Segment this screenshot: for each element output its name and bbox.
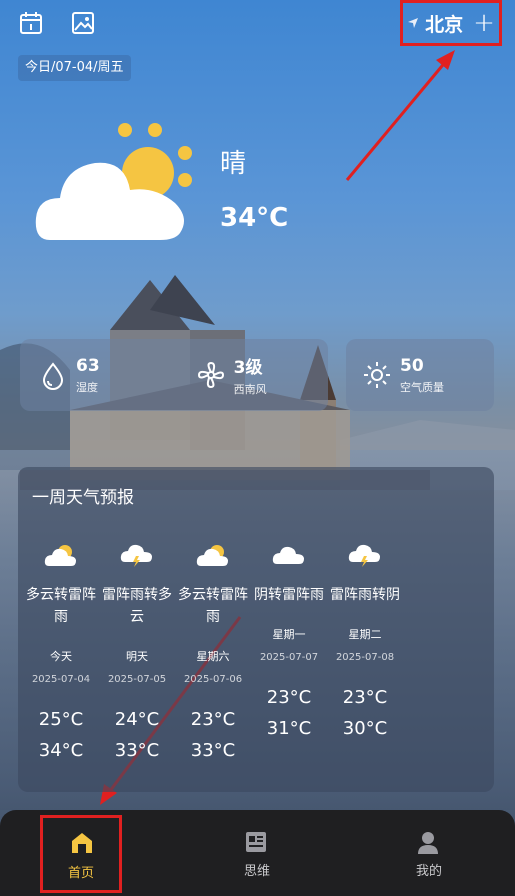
- current-condition: 晴: [220, 149, 247, 179]
- fan-icon: [197, 361, 224, 389]
- nav-profile-label: 我的: [415, 864, 442, 879]
- forecast-low: 23°C: [342, 687, 388, 708]
- forecast-weather: 多云转雷阵雨: [178, 587, 248, 625]
- forecast-date: 2025-07-06: [183, 674, 243, 685]
- wind-label: 西南风: [233, 383, 267, 396]
- home-icon: [72, 833, 92, 853]
- forecast-weather: 雷阵雨转多云: [102, 587, 172, 625]
- humidity-label: 湿度: [76, 380, 98, 394]
- nav-mind[interactable]: 思维: [216, 810, 298, 896]
- forecast-date: 2025-07-05: [107, 674, 167, 685]
- nav-profile[interactable]: 我的: [388, 810, 470, 896]
- wind-stat: 3级 西南风: [196, 353, 267, 397]
- air-quality-label: 空气质量: [400, 380, 444, 394]
- humidity-value: 63: [76, 355, 100, 376]
- city-selector[interactable]: 北京 +: [400, 0, 502, 46]
- forecast-day-name: 星期二: [348, 628, 382, 641]
- air-quality-stat: 50 空气质量: [362, 356, 444, 395]
- forecast-low: 23°C: [190, 709, 236, 730]
- air-quality-value: 50: [400, 355, 424, 376]
- weekly-forecast-panel: 一周天气预报 多云转雷阵雨 今天 2025-07-04 25°C 34°C 雷阵…: [18, 467, 494, 792]
- forecast-day-name: 今天: [50, 650, 72, 663]
- partly-cloudy-icon: [196, 545, 228, 566]
- forecast-day[interactable]: 多云转雷阵雨 今天 2025-07-04 25°C 34°C: [20, 542, 102, 761]
- forecast-weather: 阴转雷阵雨: [254, 587, 324, 603]
- nav-home[interactable]: 首页: [40, 815, 122, 893]
- forecast-low: 24°C: [114, 709, 160, 730]
- nav-home-label: 首页: [67, 866, 94, 881]
- cloud-icon: [272, 546, 304, 564]
- forecast-title: 一周天气预报: [32, 488, 134, 508]
- forecast-low: 23°C: [266, 687, 312, 708]
- humidity-drop-icon: [42, 362, 64, 390]
- stats-card-air-quality: 50 空气质量: [346, 339, 494, 411]
- stats-card-wind-humidity: 63 湿度 3级 西南风: [20, 339, 328, 411]
- forecast-day[interactable]: 雷阵雨转阴 星期二 2025-07-08 23°C 30°C: [324, 542, 406, 739]
- nav-mind-label: 思维: [243, 864, 270, 879]
- forecast-day[interactable]: 雷阵雨转多云 明天 2025-07-05 24°C 33°C: [96, 542, 178, 761]
- current-temperature: 34°C: [220, 203, 289, 233]
- calendar-icon[interactable]: [18, 10, 44, 36]
- add-city-button[interactable]: +: [473, 10, 495, 36]
- forecast-high: 34°C: [38, 740, 84, 761]
- forecast-low: 25°C: [38, 709, 84, 730]
- location-arrow-icon: [408, 18, 419, 28]
- partly-cloudy-icon: [44, 545, 76, 566]
- thunder-cloud-icon: [120, 544, 152, 567]
- forecast-date: 2025-07-04: [31, 674, 91, 685]
- humidity-stat: 63 湿度: [38, 356, 100, 395]
- forecast-weather: 雷阵雨转阴: [330, 587, 400, 603]
- image-icon[interactable]: [70, 10, 96, 36]
- forecast-weather: 多云转雷阵雨: [26, 587, 96, 625]
- city-name: 北京: [425, 13, 464, 36]
- sun-outline-icon: [364, 362, 390, 388]
- forecast-high: 30°C: [342, 718, 388, 739]
- bottom-navigation: 首页 思维 我的: [0, 810, 515, 896]
- forecast-day[interactable]: 阴转雷阵雨 星期一 2025-07-07 23°C 31°C: [248, 542, 330, 739]
- forecast-date: 2025-07-07: [259, 652, 319, 663]
- thunder-cloud-icon: [348, 544, 380, 567]
- forecast-date: 2025-07-08: [335, 652, 395, 663]
- user-icon: [418, 832, 438, 854]
- forecast-high: 33°C: [190, 740, 236, 761]
- date-label: 今日/07-04/周五: [18, 55, 131, 81]
- partly-cloudy-icon: [35, 123, 192, 240]
- forecast-day[interactable]: 多云转雷阵雨 星期六 2025-07-06 23°C 33°C: [172, 542, 254, 761]
- forecast-high: 31°C: [266, 718, 312, 739]
- forecast-day-name: 星期六: [196, 650, 230, 663]
- forecast-day-name: 明天: [126, 650, 148, 663]
- forecast-day-name: 星期一: [272, 628, 306, 641]
- forecast-high: 33°C: [114, 740, 160, 761]
- mind-icon: [246, 832, 266, 852]
- wind-value: 3级: [233, 358, 263, 378]
